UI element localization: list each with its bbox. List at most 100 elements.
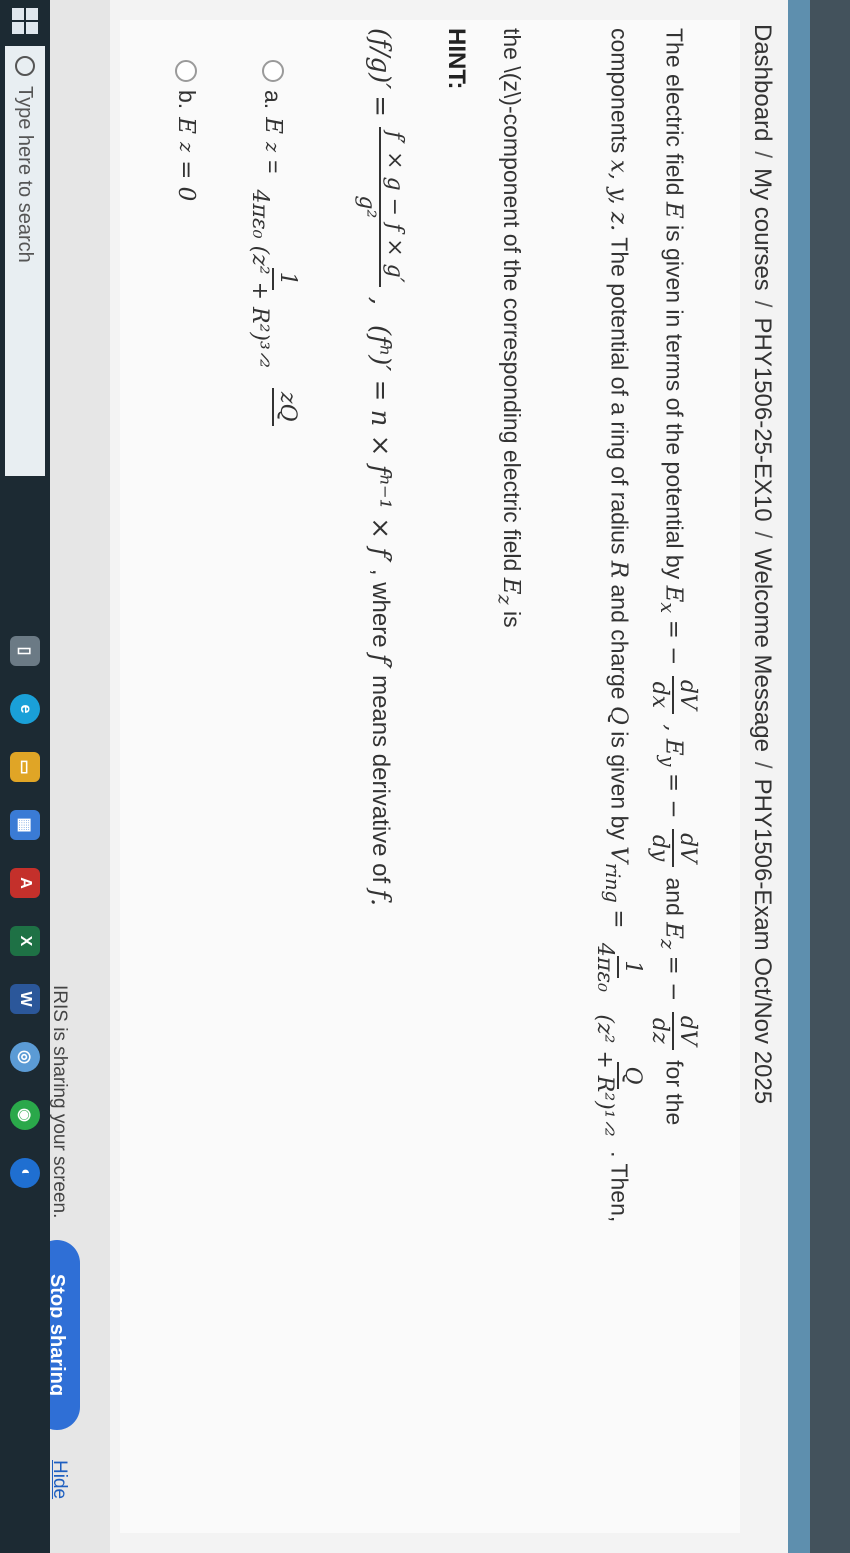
hint-f: f. — [365, 889, 395, 907]
math-eq: = — [605, 909, 632, 929]
question-fragment: is given by — [606, 731, 633, 840]
option-a-fraction-1: 1 4πε₀ (z² + R²)³ᐟ² — [245, 186, 300, 372]
screen: Dashboard / My courses / PHY1506-25-EX10… — [0, 0, 850, 1553]
breadcrumb-exam[interactable]: PHY1506-Exam Oct/Nov 2025 — [748, 779, 776, 1105]
math-Q: Q — [605, 705, 632, 725]
acrobat-icon[interactable]: A — [10, 868, 40, 898]
hint-formula: (f/g)′ = f′ × g − f × g′ g² , (fⁿ)′ = n ×… — [325, 28, 435, 1528]
breadcrumb: Dashboard / My courses / PHY1506-25-EX10… — [744, 24, 780, 1533]
question-fragment: for the — [661, 1060, 688, 1126]
question-line-3: the \(z\)-component of the corresponding… — [493, 28, 525, 628]
question-fragment: the \(z\)-component of the corresponding… — [499, 28, 525, 572]
math-sub: z — [493, 594, 517, 605]
breadcrumb-separator: / — [749, 300, 776, 308]
math-R: R — [605, 560, 632, 579]
frac-num: dV — [671, 675, 700, 714]
hint-where: , where — [367, 568, 394, 648]
math-E: E — [660, 201, 687, 219]
windows-start-icon[interactable] — [12, 8, 38, 34]
question-fragment: is — [499, 611, 525, 628]
taskbar: Type here to search ▯ e ▭ ▦ A X W ◎ ◉ ◐ — [0, 0, 50, 1553]
option-b[interactable]: b. Ez = 0 — [173, 60, 200, 201]
frac-num: dV — [671, 1011, 700, 1050]
hide-link[interactable]: Hide — [48, 1460, 70, 1499]
frac-num: dV — [671, 829, 700, 868]
frac-den: 4πε₀ (z² + R²)³ᐟ² — [246, 189, 272, 368]
option-eq: = — [260, 160, 287, 174]
question-fragment: and charge — [606, 584, 633, 700]
breadcrumb-welcome[interactable]: Welcome Message — [748, 548, 776, 752]
question-fragment: is given in terms of the potential by — [661, 225, 688, 580]
taskbar-apps: ▯ e ▭ ▦ A X W ◎ ◉ ◐ — [10, 636, 40, 1188]
math-sub: ring — [601, 862, 625, 903]
math-sub: z — [261, 141, 285, 153]
excel-icon[interactable]: X — [10, 926, 40, 956]
fraction-ring-1: 1 4πε₀ — [590, 939, 646, 996]
fraction-dv-dz: dV dz — [645, 1011, 700, 1050]
task-view-icon[interactable]: ▯ — [10, 636, 40, 666]
fraction-ring-2: Q (z² + R²)¹ᐟ² — [590, 1010, 646, 1140]
math-Ex: E — [660, 585, 687, 603]
frac-den: (z² + R²)¹ᐟ² — [591, 1014, 617, 1137]
store-icon[interactable]: ▦ — [10, 810, 40, 840]
hint-eq: = — [365, 95, 395, 118]
option-letter: b. — [174, 90, 200, 110]
file-explorer-icon[interactable]: ▭ — [10, 752, 40, 782]
hint-label: HINT: — [443, 28, 470, 90]
frac-den: dx — [646, 681, 672, 709]
math-sub: z — [655, 939, 679, 950]
question-fragment: The electric field — [661, 28, 688, 196]
app-icon[interactable]: ◐ — [10, 1158, 40, 1188]
hint-power-rule: (fⁿ)′ = n × fⁿ⁻¹ × f′ — [365, 324, 395, 563]
option-a-fraction-2: zQ — [245, 387, 300, 426]
frac-num: Q — [616, 1062, 646, 1089]
question-fragment: The potential of a ring of radius — [606, 237, 633, 555]
breadcrumb-separator: / — [749, 531, 776, 539]
frac-den — [245, 399, 271, 414]
hint-comma: , — [365, 296, 395, 305]
frac-den: dy — [646, 834, 672, 862]
frac-den: dz — [646, 1017, 672, 1044]
option-math: E — [259, 117, 286, 134]
math-eq: = − — [660, 772, 687, 819]
breadcrumb-separator: / — [749, 761, 776, 769]
breadcrumb-course[interactable]: PHY1506-25-EX10 — [748, 317, 776, 521]
question-fragment: and — [661, 877, 688, 916]
hint-fraction: f′ × g − f × g′ g² — [353, 127, 408, 287]
frac-num: f′ × g − f × g′ — [379, 127, 408, 287]
math-vars: x, y, z. — [605, 159, 632, 232]
search-icon — [15, 56, 35, 76]
math-V: V — [605, 846, 632, 863]
math-eq: = − — [660, 955, 687, 1002]
browser-icon[interactable]: ◎ — [10, 1042, 40, 1072]
share-message: IRIS is sharing your screen. — [49, 985, 70, 1219]
math-sub: z — [175, 141, 198, 153]
frac-num: 1 — [616, 956, 646, 979]
question-fragment: components — [606, 28, 633, 154]
breadcrumb-my-courses[interactable]: My courses — [748, 168, 776, 291]
question-fragment: . Then, — [606, 1151, 633, 1223]
header-accent — [788, 0, 810, 1553]
breadcrumb-dashboard[interactable]: Dashboard — [748, 24, 776, 141]
breadcrumb-separator: / — [749, 151, 776, 159]
math-eq: = − — [660, 619, 687, 666]
math-Ey: , E — [660, 724, 687, 756]
radio-option-b[interactable] — [175, 60, 198, 82]
math-sub: x — [655, 602, 679, 614]
edge-icon[interactable]: e — [10, 694, 40, 724]
frac-num: zQ — [271, 387, 300, 426]
math-sub: y — [655, 755, 679, 767]
word-icon[interactable]: W — [10, 984, 40, 1014]
taskbar-search[interactable]: Type here to search — [5, 46, 45, 476]
option-letter: a. — [260, 90, 287, 110]
radio-option-a[interactable] — [261, 60, 284, 82]
chrome-icon[interactable]: ◉ — [10, 1100, 40, 1130]
math-Ez: E — [660, 922, 687, 940]
frac-num: 1 — [271, 267, 300, 290]
hint-fprime: f′ — [365, 653, 395, 670]
option-a[interactable]: a. Ez = 1 4πε₀ (z² + R²)³ᐟ² zQ — [245, 60, 300, 430]
math-E: E — [498, 577, 524, 595]
fraction-dv-dx: dV dx — [645, 675, 700, 714]
fraction-dv-dy: dV dy — [645, 829, 700, 868]
hint-means: means derivative of — [367, 675, 394, 884]
